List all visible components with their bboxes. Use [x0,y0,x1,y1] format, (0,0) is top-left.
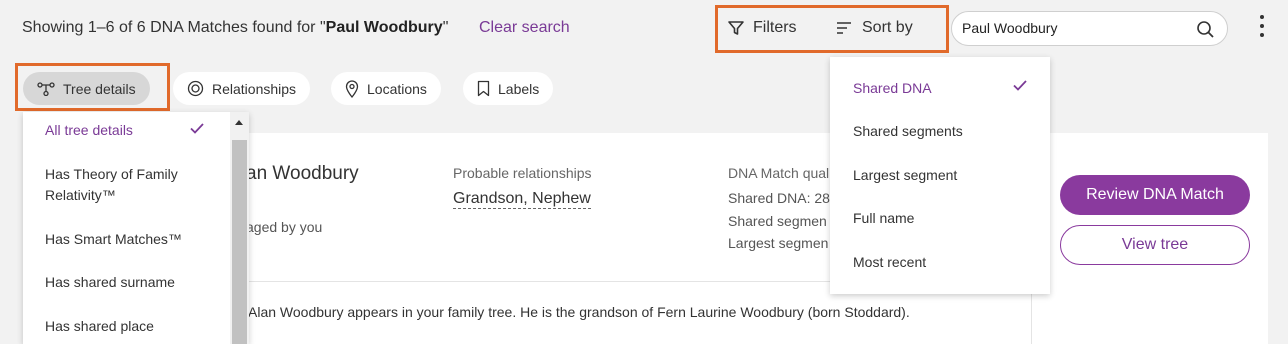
bookmark-icon [477,80,490,97]
largest-segment: Largest segmen [728,235,829,251]
filter-funnel-icon [728,21,744,35]
match-card: an Woodbury aged by you Probable relatio… [228,133,1268,344]
checkmark-icon [190,123,204,134]
menu-item-smart-matches[interactable]: Has Smart Matches™ [45,229,215,250]
clear-search-link[interactable]: Clear search [479,19,570,37]
pill-label: Relationships [212,80,297,97]
tree-details-highlight [15,63,170,111]
sort-by-button[interactable]: Sort by [835,19,913,37]
search-term: Paul Woodbury [325,19,443,36]
more-options-icon[interactable] [1257,15,1267,43]
menu-item-theory-of-family-relativity[interactable]: Has Theory of Family Relativity™ [45,164,215,206]
checkmark-icon [1013,80,1027,91]
sort-by-label: Sort by [862,19,913,36]
scroll-up-arrow-icon[interactable] [235,120,243,125]
sort-option-most-recent[interactable]: Most recent [853,254,926,270]
labels-pill[interactable]: Labels [463,72,554,105]
search-icon[interactable] [1196,20,1215,39]
sort-option-largest-segment[interactable]: Largest segment [853,167,957,183]
sort-option-full-name[interactable]: Full name [853,210,914,226]
results-summary: Showing 1–6 of 6 DNA Matches found for "… [22,19,449,36]
probable-relationships-label: Probable relationships [453,165,592,181]
menu-item-shared-surname[interactable]: Has shared surname [45,272,215,293]
search-input[interactable] [962,20,1192,36]
match-description: Alan Woodbury appears in your family tre… [248,304,910,320]
dna-match-quality-label: DNA Match qual [728,165,830,181]
scrollbar-thumb[interactable] [232,140,247,344]
search-box [951,11,1228,46]
view-tree-button[interactable]: View tree [1060,225,1250,265]
match-name[interactable]: an Woodbury [246,163,359,185]
shared-dna: Shared DNA: 28 [728,190,830,206]
locations-pill[interactable]: Locations [331,72,441,105]
sort-lines-icon [837,22,851,34]
sort-option-shared-dna[interactable]: Shared DNA [853,80,932,96]
filters-button[interactable]: Filters [727,19,797,37]
shared-segments: Shared segmen [728,213,827,229]
relationships-pill[interactable]: Relationships [173,72,311,105]
probable-relationships-value[interactable]: Grandson, Nephew [453,190,591,209]
location-pin-icon [345,79,359,98]
pill-label: Locations [367,80,427,97]
filters-label: Filters [753,19,797,36]
sort-by-menu: Shared DNA Shared segments Largest segme… [830,57,1050,294]
menu-scrollbar[interactable] [230,112,249,344]
target-icon [187,80,204,97]
review-dna-match-button[interactable]: Review DNA Match [1060,175,1250,215]
managed-by: aged by you [246,219,323,235]
sort-option-shared-segments[interactable]: Shared segments [853,123,963,139]
results-header: Showing 1–6 of 6 DNA Matches found for "… [0,0,1288,58]
menu-item-shared-place[interactable]: Has shared place [45,316,215,337]
tree-details-menu: All tree details Has Theory of Family Re… [23,112,249,344]
pill-label: Labels [498,80,540,97]
